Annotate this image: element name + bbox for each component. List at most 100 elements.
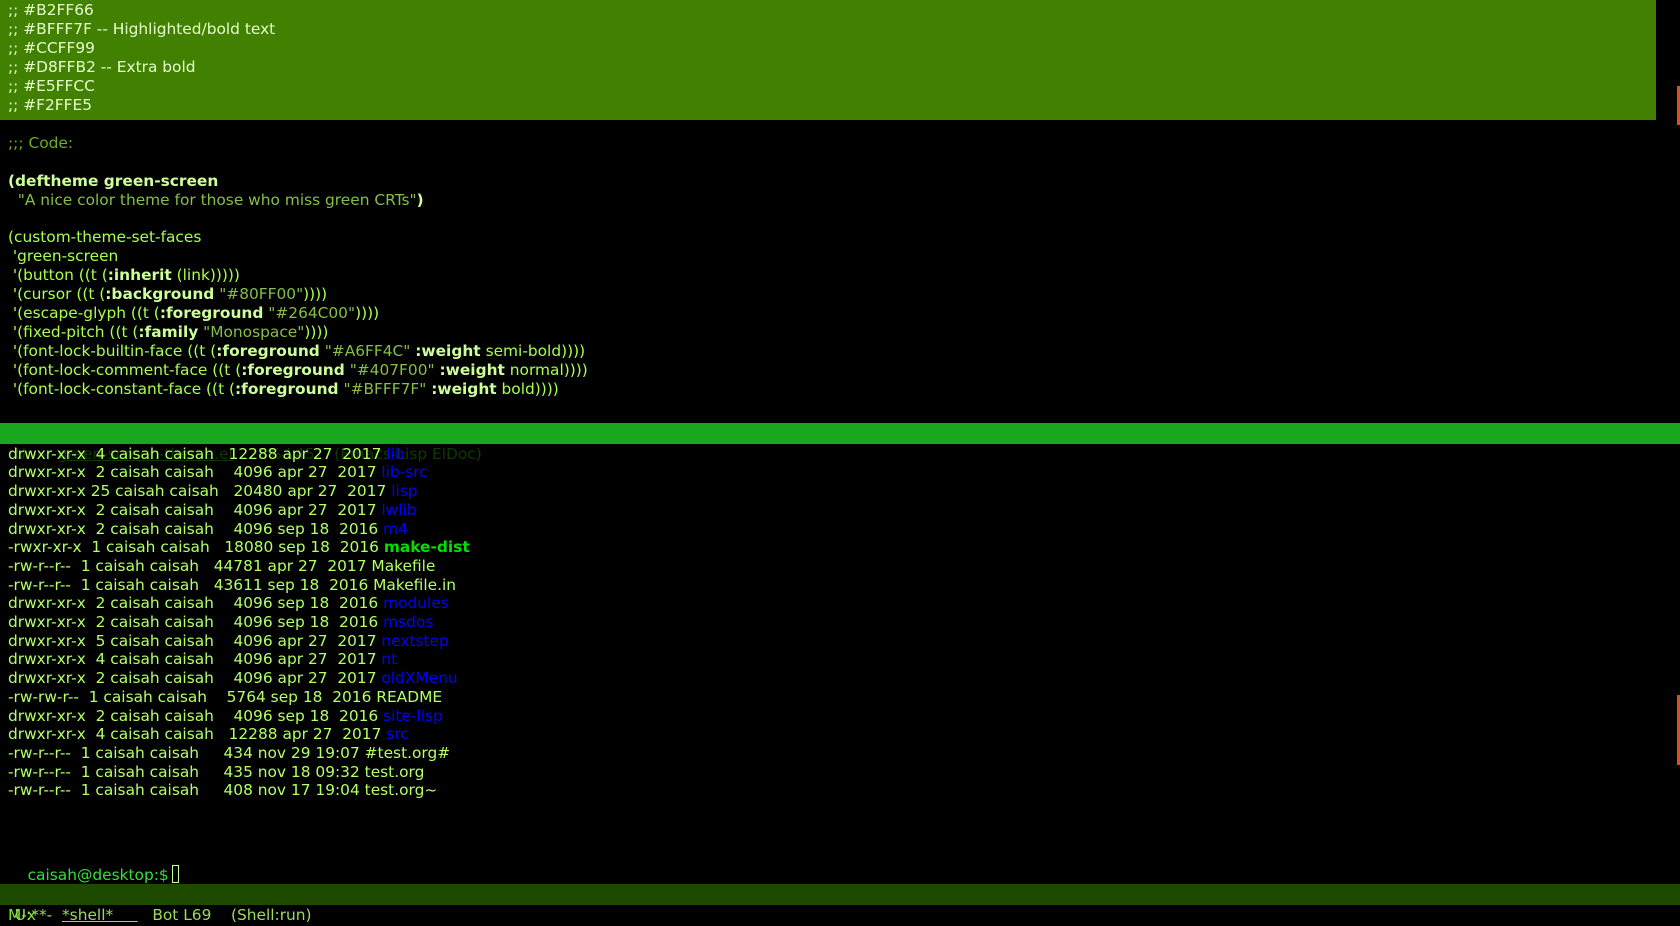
directory-name[interactable]: lib — [386, 445, 404, 463]
minibuffer[interactable]: M-x — [8, 905, 36, 925]
code-line: ;; #CCFF99 — [8, 39, 95, 57]
buffer-name[interactable]: *shell* — [62, 906, 138, 924]
face-kw1: :foreground — [159, 304, 264, 322]
directory-name[interactable]: site-lisp — [383, 707, 443, 725]
docstring: "A nice color theme for those who miss g… — [8, 191, 417, 209]
file-info: drwxr-xr-x 25 caisah caisah 20480 apr 27… — [8, 482, 392, 501]
file-info: drwxr-xr-x 2 caisah caisah 4096 sep 18 2… — [8, 706, 384, 725]
code-line: ;; #D8FFB2 -- Extra bold — [8, 58, 196, 76]
directory-name[interactable]: lwlib — [381, 501, 416, 519]
directory-name[interactable]: oldXMenu — [381, 669, 457, 687]
list-item: -rw-r--r-- 1 caisah caisah 408 nov 17 19… — [8, 780, 437, 800]
file-info: drwxr-xr-x 2 caisah caisah 4096 sep 18 2… — [8, 519, 384, 538]
file-info: drwxr-xr-x 4 caisah caisah 12288 apr 27 … — [8, 725, 387, 744]
mode-line-shell: U:**- *shell* Bot L69 (Shell:run) — [0, 884, 1680, 924]
face-kw2: :weight — [415, 342, 481, 360]
face-val1: "#264C00" — [268, 304, 356, 322]
face-pre: '(escape-glyph ((t ( — [8, 304, 160, 322]
code-comment: ;;; Code: — [8, 134, 74, 152]
code-line: ;; #B2FF66 — [8, 1, 94, 19]
directory-name[interactable]: m4 — [383, 520, 408, 538]
list-item: drwxr-xr-x 2 caisah caisah 4096 sep 18 2… — [8, 612, 433, 632]
face-pre: '(cursor ((t ( — [8, 285, 106, 303]
file-info: drwxr-xr-x 2 caisah caisah 4096 sep 18 2… — [8, 594, 384, 613]
face-val1: "#80FF00" — [219, 285, 304, 303]
file-info: drwxr-xr-x 2 caisah caisah 4096 apr 27 2… — [8, 463, 382, 482]
file-name[interactable]: test.org~ — [365, 781, 438, 799]
region-highlight: ;; #B2FF66 ;; #BFFF7F -- Highlighted/bol… — [0, 0, 1656, 120]
list-item: -rw-rw-r-- 1 caisah caisah 5764 sep 18 2… — [8, 687, 442, 707]
directory-name[interactable]: nextstep — [381, 632, 448, 650]
custom-faces-line: (custom-theme-set-faces — [8, 228, 202, 246]
file-info: drwxr-xr-x 2 caisah caisah 4096 apr 27 2… — [8, 500, 382, 519]
file-info: drwxr-xr-x 2 caisah caisah 4096 apr 27 2… — [8, 669, 382, 688]
face-pre: '(font-lock-builtin-face ((t ( — [8, 342, 217, 360]
list-item: drwxr-xr-x 2 caisah caisah 4096 apr 27 2… — [8, 462, 428, 482]
editor-pane[interactable]: ;; #B2FF66 ;; #BFFF7F -- Highlighted/bol… — [0, 0, 1680, 405]
file-name[interactable]: test.org — [365, 763, 425, 781]
file-info: -rw-r--r-- 1 caisah caisah 434 nov 29 19… — [8, 743, 365, 762]
file-info: -rwxr-xr-x 1 caisah caisah 18080 sep 18 … — [8, 538, 384, 557]
face-definition-line: '(font-lock-constant-face ((t (:foregrou… — [8, 379, 559, 399]
directory-name[interactable]: lib-src — [381, 463, 427, 481]
face-kw1: :family — [138, 323, 199, 341]
file-info: drwxr-xr-x 5 caisah caisah 4096 apr 27 2… — [8, 631, 382, 650]
list-item: drwxr-xr-x 5 caisah caisah 4096 apr 27 2… — [8, 631, 449, 651]
list-item: drwxr-xr-x 2 caisah caisah 4096 apr 27 2… — [8, 668, 458, 688]
shell-pane[interactable]: drwxr-xr-x 5 caisah caisah 4096 apr 27 2… — [0, 445, 1680, 885]
file-info: drwxr-xr-x 2 caisah caisah 4096 sep 18 2… — [8, 613, 384, 631]
file-name[interactable]: #test.org# — [365, 744, 450, 762]
list-item: -rw-r--r-- 1 caisah caisah 44781 apr 27 … — [8, 556, 435, 576]
face-post: )))) — [303, 285, 328, 303]
directory-name[interactable]: lisp — [391, 482, 417, 500]
shell-prompt-line[interactable]: caisah@desktop:$ — [8, 845, 179, 884]
list-item: drwxr-xr-x 25 caisah caisah 20480 apr 27… — [8, 481, 418, 501]
face-val1: "#A6FF4C" — [324, 342, 411, 360]
face-definition-line: '(button ((t (:inherit (link))))) — [8, 265, 240, 285]
face-definition-line: '(font-lock-comment-face ((t (:foregroun… — [8, 360, 588, 380]
face-kw1: :foreground — [216, 342, 320, 360]
face-post: )))) — [534, 380, 559, 398]
file-info: -rw-r--r-- 1 caisah caisah 43611 sep 18 … — [8, 575, 374, 594]
directory-name[interactable]: src — [386, 725, 408, 743]
code-line: ;; #F2FFE5 — [8, 96, 93, 114]
face-pre: '(font-lock-comment-face ((t ( — [8, 361, 242, 379]
major-mode[interactable]: (Shell:run) — [231, 906, 312, 924]
list-item: drwxr-xr-x 2 caisah caisah 4096 sep 18 2… — [8, 519, 408, 539]
face-pre: '(fixed-pitch ((t ( — [8, 323, 139, 341]
file-info: -rw-r--r-- 1 caisah caisah 44781 apr 27 … — [8, 556, 372, 575]
face-definition-line: '(fixed-pitch ((t (:family "Monospace"))… — [8, 322, 328, 342]
text-cursor — [171, 865, 179, 883]
list-item: drwxr-xr-x 2 caisah caisah 4096 apr 27 2… — [8, 500, 417, 520]
docstring-line: "A nice color theme for those who miss g… — [8, 190, 424, 210]
directory-name[interactable]: msdos — [383, 613, 433, 631]
file-info: -rw-rw-r-- 1 caisah caisah 5764 sep 18 2… — [8, 687, 377, 706]
file-info: -rw-r--r-- 1 caisah caisah 408 nov 17 19… — [8, 781, 365, 800]
directory-name[interactable]: modules — [383, 594, 449, 612]
shell-prompt: caisah@desktop:$ — [27, 866, 169, 884]
file-name[interactable]: Makefile.in — [373, 576, 456, 594]
list-item: drwxr-xr-x 4 caisah caisah 4096 apr 27 2… — [8, 649, 397, 669]
face-val2: semi-bold — [480, 342, 562, 360]
buffer-position: Bot L69 — [137, 906, 231, 924]
file-info: drwxr-xr-x 4 caisah caisah 4096 apr 27 2… — [8, 650, 382, 669]
theme-name-line: 'green-screen — [8, 247, 119, 265]
list-item: drwxr-xr-x 2 caisah caisah 4096 sep 18 2… — [8, 593, 449, 613]
face-val2: bold — [496, 380, 535, 398]
face-definition-line: '(escape-glyph ((t (:foreground "#264C00… — [8, 303, 379, 323]
file-name[interactable]: Makefile — [371, 557, 435, 575]
file-name[interactable]: make-dist — [384, 538, 470, 556]
face-kw2: :weight — [431, 380, 497, 398]
code-line: ;; #BFFF7F -- Highlighted/bold text — [8, 20, 276, 38]
directory-name[interactable]: nt — [381, 650, 397, 668]
face-val1: "#407F00" — [349, 361, 435, 379]
face-post: )))) — [304, 323, 329, 341]
face-post: )))) — [561, 342, 586, 360]
deftheme-line: (deftheme green-screen — [8, 171, 218, 191]
list-item: -rw-r--r-- 1 caisah caisah 43611 sep 18 … — [8, 575, 456, 595]
face-kw1: :foreground — [235, 380, 339, 398]
face-pre: '(font-lock-constant-face ((t ( — [8, 380, 235, 398]
mode-line-editor: U:--- green-screen-theme.el 25% L45 (Ema… — [0, 423, 1680, 463]
file-name[interactable]: README — [376, 688, 442, 706]
list-item: drwxr-xr-x 4 caisah caisah 12288 apr 27 … — [8, 445, 405, 464]
